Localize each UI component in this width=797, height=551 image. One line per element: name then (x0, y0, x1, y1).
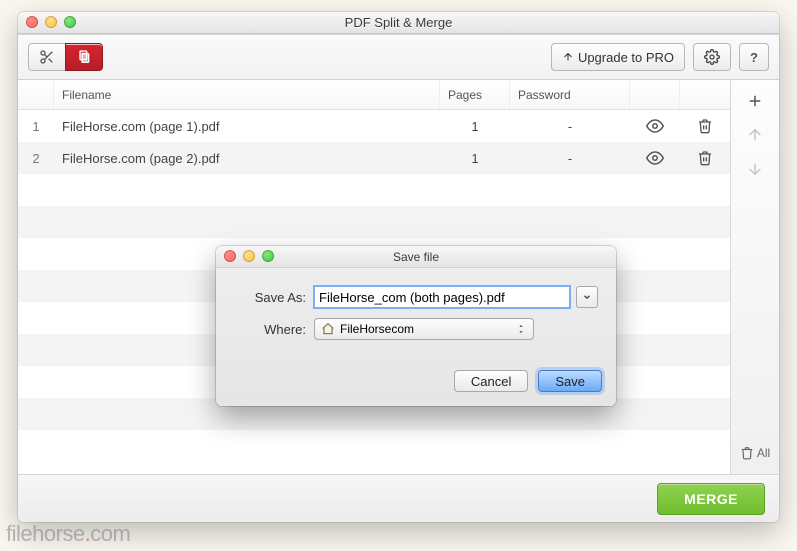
eye-icon (646, 149, 664, 167)
row-preview-button[interactable] (630, 149, 680, 167)
dialog-title: Save file (393, 250, 439, 264)
row-filename: FileHorse.com (page 2).pdf (54, 151, 440, 166)
toolbar: Upgrade to PRO ? (18, 34, 779, 80)
home-icon (321, 322, 335, 336)
dialog-button-row: Cancel Save (216, 362, 616, 406)
row-filename: FileHorse.com (page 1).pdf (54, 119, 440, 134)
move-down-button[interactable] (738, 154, 772, 184)
footer: MERGE (18, 474, 779, 522)
row-preview-button[interactable] (630, 117, 680, 135)
table-row[interactable]: 1 FileHorse.com (page 1).pdf 1 - (18, 110, 730, 142)
dialog-titlebar: Save file (216, 246, 616, 268)
help-button[interactable]: ? (739, 43, 769, 71)
row-password: - (510, 151, 630, 166)
table-row[interactable]: 2 FileHorse.com (page 2).pdf 1 - (18, 142, 730, 174)
app-window: PDF Split & Merge Upgrade to PRO ? (18, 12, 779, 522)
window-minimize-button[interactable] (45, 16, 57, 28)
trash-icon (697, 118, 713, 134)
popup-arrows-icon (513, 320, 529, 338)
where-row: Where: FileHorsecom (234, 318, 598, 340)
dialog-zoom-button[interactable] (262, 250, 274, 262)
window-controls (26, 16, 76, 28)
header-password[interactable]: Password (510, 80, 630, 109)
upgrade-button[interactable]: Upgrade to PRO (551, 43, 685, 71)
save-as-input[interactable] (314, 286, 570, 308)
row-pages: 1 (440, 119, 510, 134)
dialog-minimize-button[interactable] (243, 250, 255, 262)
arrow-up-icon (746, 126, 764, 144)
row-index: 1 (18, 119, 54, 134)
dialog-close-button[interactable] (224, 250, 236, 262)
save-as-label: Save As: (234, 290, 306, 305)
mode-split-button[interactable] (28, 43, 66, 71)
row-index: 2 (18, 151, 54, 166)
trash-icon (740, 446, 754, 460)
scissors-icon (39, 49, 55, 65)
plus-icon (746, 92, 764, 110)
dialog-window-controls (224, 250, 274, 262)
settings-button[interactable] (693, 43, 731, 71)
window-close-button[interactable] (26, 16, 38, 28)
question-icon: ? (750, 50, 758, 65)
gear-icon (704, 49, 720, 65)
header-index (18, 80, 54, 109)
window-titlebar: PDF Split & Merge (18, 12, 779, 34)
header-filename[interactable]: Filename (54, 80, 440, 109)
header-preview (630, 80, 680, 109)
where-label: Where: (234, 322, 306, 337)
save-button[interactable]: Save (538, 370, 602, 392)
add-file-button[interactable] (738, 86, 772, 116)
row-password: - (510, 119, 630, 134)
eye-icon (646, 117, 664, 135)
arrow-down-icon (746, 160, 764, 178)
move-up-button[interactable] (738, 120, 772, 150)
merge-button[interactable]: MERGE (657, 483, 765, 515)
header-remove (680, 80, 730, 109)
window-zoom-button[interactable] (64, 16, 76, 28)
mode-segmented-control (28, 43, 103, 71)
row-remove-button[interactable] (680, 150, 730, 166)
expand-dialog-button[interactable] (576, 286, 598, 308)
header-pages[interactable]: Pages (440, 80, 510, 109)
up-arrow-icon (562, 51, 574, 63)
table-header-row: Filename Pages Password (18, 80, 730, 110)
save-file-dialog: Save file Save As: Where: FileHorsecom (216, 246, 616, 406)
remove-all-button[interactable]: All (736, 438, 774, 468)
window-title: PDF Split & Merge (345, 15, 453, 30)
mode-merge-button[interactable] (65, 43, 103, 71)
trash-icon (697, 150, 713, 166)
row-remove-button[interactable] (680, 118, 730, 134)
upgrade-label: Upgrade to PRO (578, 50, 674, 65)
where-popup[interactable]: FileHorsecom (314, 318, 534, 340)
chevron-down-icon (582, 292, 592, 302)
documents-icon (76, 49, 92, 65)
dialog-body: Save As: Where: FileHorsecom (216, 268, 616, 362)
remove-all-label: All (757, 446, 770, 460)
where-value: FileHorsecom (340, 322, 414, 336)
cancel-button[interactable]: Cancel (454, 370, 528, 392)
side-panel: All (731, 80, 779, 474)
save-as-row: Save As: (234, 286, 598, 308)
row-pages: 1 (440, 151, 510, 166)
watermark: filehorse.com (6, 521, 130, 547)
